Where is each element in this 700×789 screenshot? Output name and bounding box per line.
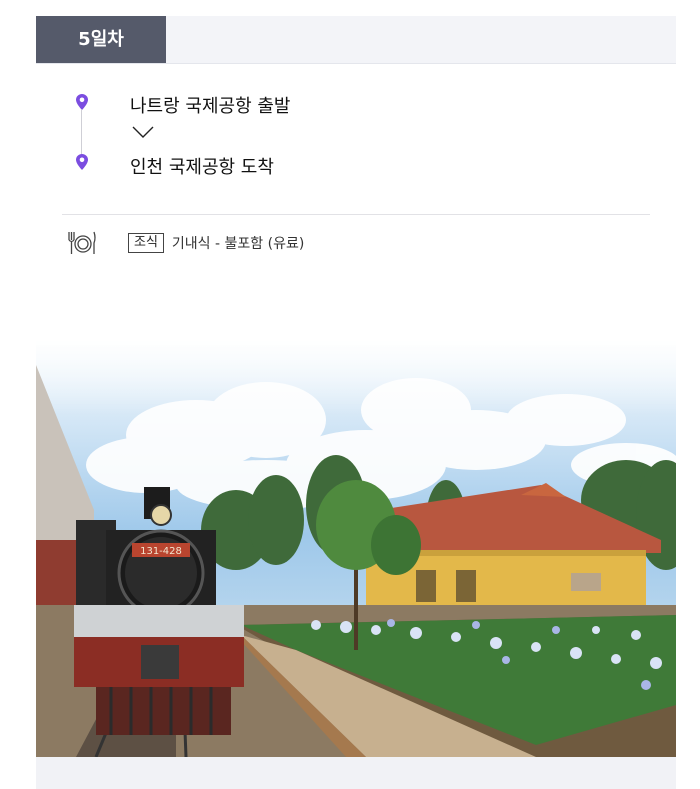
destination-photo: 131-428 <box>36 325 676 757</box>
meal-description: 기내식 - 불포함 (유료) <box>171 236 305 252</box>
meal-tag: 조식 <box>128 233 164 253</box>
locomotive-plate: 131-428 <box>140 546 182 557</box>
day-badge: 5일차 <box>36 16 166 63</box>
dalat-station-illustration: 131-428 <box>36 325 676 757</box>
arrival-text: 인천 국제공항 도착 <box>130 157 274 178</box>
departure-text: 나트랑 국제공항 출발 <box>130 96 291 117</box>
footer-bar <box>36 757 676 789</box>
section-divider <box>62 214 650 215</box>
day-header: 5일차 <box>36 16 676 64</box>
departure-pin-icon <box>76 94 88 110</box>
chevron-down-icon <box>132 126 154 138</box>
meal-row: 조식 기내식 - 불포함 (유료) <box>66 228 304 258</box>
meal-cutlery-icon <box>68 231 96 254</box>
arrival-pin-icon <box>76 154 88 170</box>
route-connector-line <box>81 110 82 156</box>
